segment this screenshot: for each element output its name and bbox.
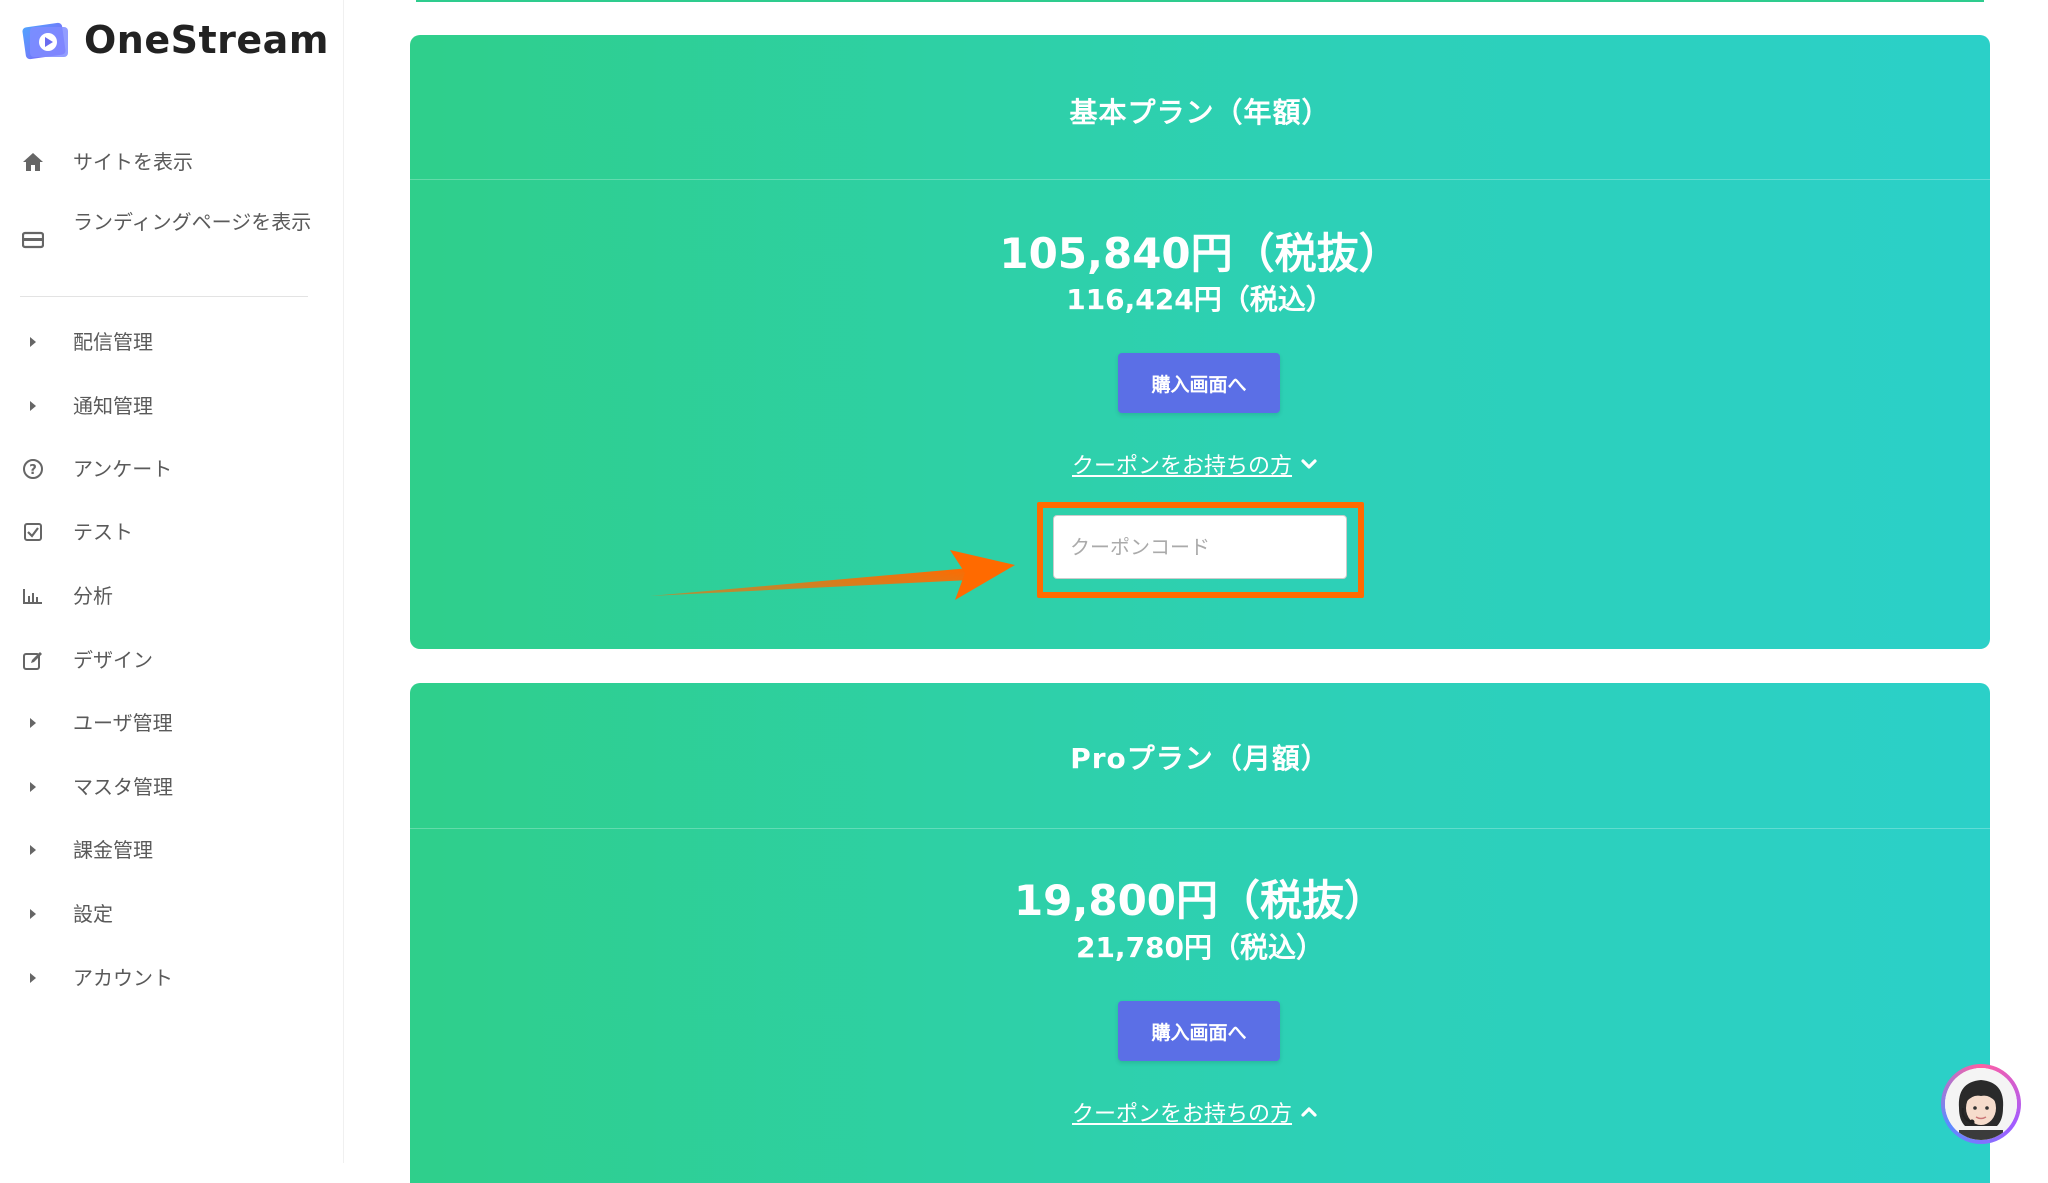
sidebar-item-view-landing-page[interactable]: ランディングページを表示 xyxy=(0,207,343,271)
bar-chart-icon xyxy=(20,583,46,609)
svg-text:?: ? xyxy=(29,463,37,478)
sidebar-item-account[interactable]: アカウント xyxy=(0,961,343,995)
sidebar-item-label: テスト xyxy=(73,520,133,544)
app-name: OneStream xyxy=(84,18,329,62)
caret-right-icon xyxy=(20,329,46,355)
coupon-link-label: クーポンをお持ちの方 xyxy=(1072,1102,1293,1127)
chevron-down-icon xyxy=(1300,452,1318,477)
sidebar-item-label: マスタ管理 xyxy=(73,775,173,799)
previous-card-edge xyxy=(416,0,1984,2)
sidebar-item-settings[interactable]: 設定 xyxy=(0,897,343,931)
sidebar-item-survey[interactable]: ? アンケート xyxy=(0,452,343,486)
card-icon xyxy=(20,227,46,253)
sidebar-item-user-management[interactable]: ユーザ管理 xyxy=(0,706,343,740)
pointer-arrow-icon xyxy=(650,550,1015,600)
checkbox-icon xyxy=(20,519,46,545)
app-logo[interactable]: OneStream xyxy=(22,18,329,62)
edit-icon xyxy=(20,647,46,673)
sidebar: OneStream サイトを表示 ランディングページを表示 配信管理 通知管理 … xyxy=(0,0,344,1163)
coupon-toggle-link[interactable]: クーポンをお持ちの方 xyxy=(1072,448,1318,480)
caret-right-icon xyxy=(20,965,46,991)
price-in-tax: 116,424円（税込） xyxy=(1066,283,1334,316)
sidebar-item-notification[interactable]: 通知管理 xyxy=(0,389,343,423)
price-ex-tax: 19,800円（税抜） xyxy=(1013,876,1387,925)
caret-right-icon xyxy=(20,837,46,863)
plan-card-basic-annual: 基本プラン（年額） 105,840円（税抜） 116,424円（税込） 購入画面… xyxy=(410,35,1990,649)
sidebar-item-label: 配信管理 xyxy=(73,330,153,354)
sidebar-item-label: アンケート xyxy=(73,457,173,481)
price-ex-tax: 105,840円（税抜） xyxy=(999,229,1401,278)
purchase-button[interactable]: 購入画面へ xyxy=(1118,1001,1280,1061)
sidebar-item-design[interactable]: デザイン xyxy=(0,643,343,677)
sidebar-item-label: アカウント xyxy=(73,966,173,990)
sidebar-item-label: ユーザ管理 xyxy=(73,711,173,735)
sidebar-item-delivery[interactable]: 配信管理 xyxy=(0,325,343,359)
sidebar-item-label: サイトを表示 xyxy=(73,150,193,174)
coupon-toggle-link[interactable]: クーポンをお持ちの方 xyxy=(1072,1096,1318,1128)
sidebar-item-analytics[interactable]: 分析 xyxy=(0,579,343,613)
question-circle-icon: ? xyxy=(20,456,46,482)
sidebar-item-label: 通知管理 xyxy=(73,394,153,418)
caret-right-icon xyxy=(20,901,46,927)
sidebar-item-label: ランディングページを表示 xyxy=(73,210,312,234)
chevron-up-icon xyxy=(1300,1100,1318,1125)
sidebar-item-label: 課金管理 xyxy=(73,838,153,862)
coupon-code-input[interactable] xyxy=(1053,515,1347,579)
plan-title: Proプラン（月額） xyxy=(1070,742,1330,775)
sidebar-item-label: 設定 xyxy=(73,902,113,926)
caret-right-icon xyxy=(20,774,46,800)
onestream-logo-icon xyxy=(22,19,72,61)
purchase-button[interactable]: 購入画面へ xyxy=(1118,353,1280,413)
support-agent-avatar-icon xyxy=(1945,1068,2017,1140)
sidebar-item-label: 分析 xyxy=(73,584,113,608)
support-chat-avatar[interactable] xyxy=(1941,1064,2021,1144)
plan-card-pro-monthly: Proプラン（月額） 19,800円（税抜） 21,780円（税込） 購入画面へ… xyxy=(410,683,1990,1183)
home-icon xyxy=(20,149,46,175)
price-in-tax: 21,780円（税込） xyxy=(1075,931,1325,964)
card-divider xyxy=(410,179,1990,180)
sidebar-item-test[interactable]: テスト xyxy=(0,515,343,549)
card-divider xyxy=(410,828,1990,829)
sidebar-item-label: デザイン xyxy=(73,648,153,672)
sidebar-item-view-site[interactable]: サイトを表示 xyxy=(0,145,343,179)
plan-title: 基本プラン（年額） xyxy=(1069,96,1331,129)
coupon-link-label: クーポンをお持ちの方 xyxy=(1072,454,1293,479)
caret-right-icon xyxy=(20,393,46,419)
sidebar-item-master-management[interactable]: マスタ管理 xyxy=(0,770,343,804)
sidebar-item-billing[interactable]: 課金管理 xyxy=(0,833,343,867)
caret-right-icon xyxy=(20,710,46,736)
sidebar-divider xyxy=(20,296,308,297)
